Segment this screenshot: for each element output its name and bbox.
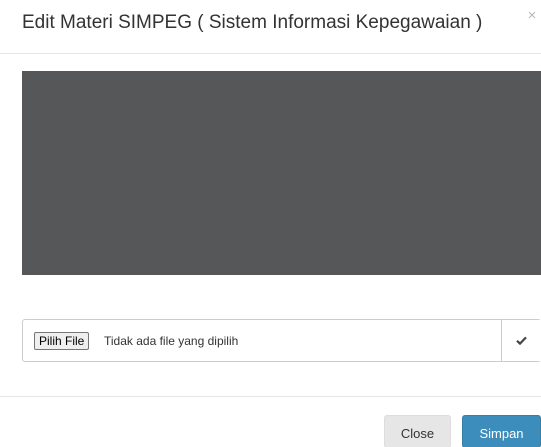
modal-header: Edit Materi SIMPEG ( Sistem Informasi Ke…: [0, 0, 541, 54]
edit-materi-modal: Edit Materi SIMPEG ( Sistem Informasi Ke…: [0, 0, 541, 447]
check-icon: [516, 336, 527, 345]
save-button[interactable]: Simpan: [462, 415, 541, 447]
check-addon[interactable]: [501, 320, 541, 361]
close-icon[interactable]: ×: [525, 8, 539, 24]
choose-file-button[interactable]: Pilih File: [34, 332, 90, 350]
preview-area: [22, 71, 541, 275]
close-button[interactable]: Close: [384, 415, 451, 447]
modal-footer: Close Simpan: [0, 396, 541, 447]
file-status-text: Tidak ada file yang dipilih: [104, 334, 239, 348]
modal-title: Edit Materi SIMPEG ( Sistem Informasi Ke…: [22, 12, 483, 33]
file-input-group: Pilih File Tidak ada file yang dipilih: [22, 319, 541, 362]
